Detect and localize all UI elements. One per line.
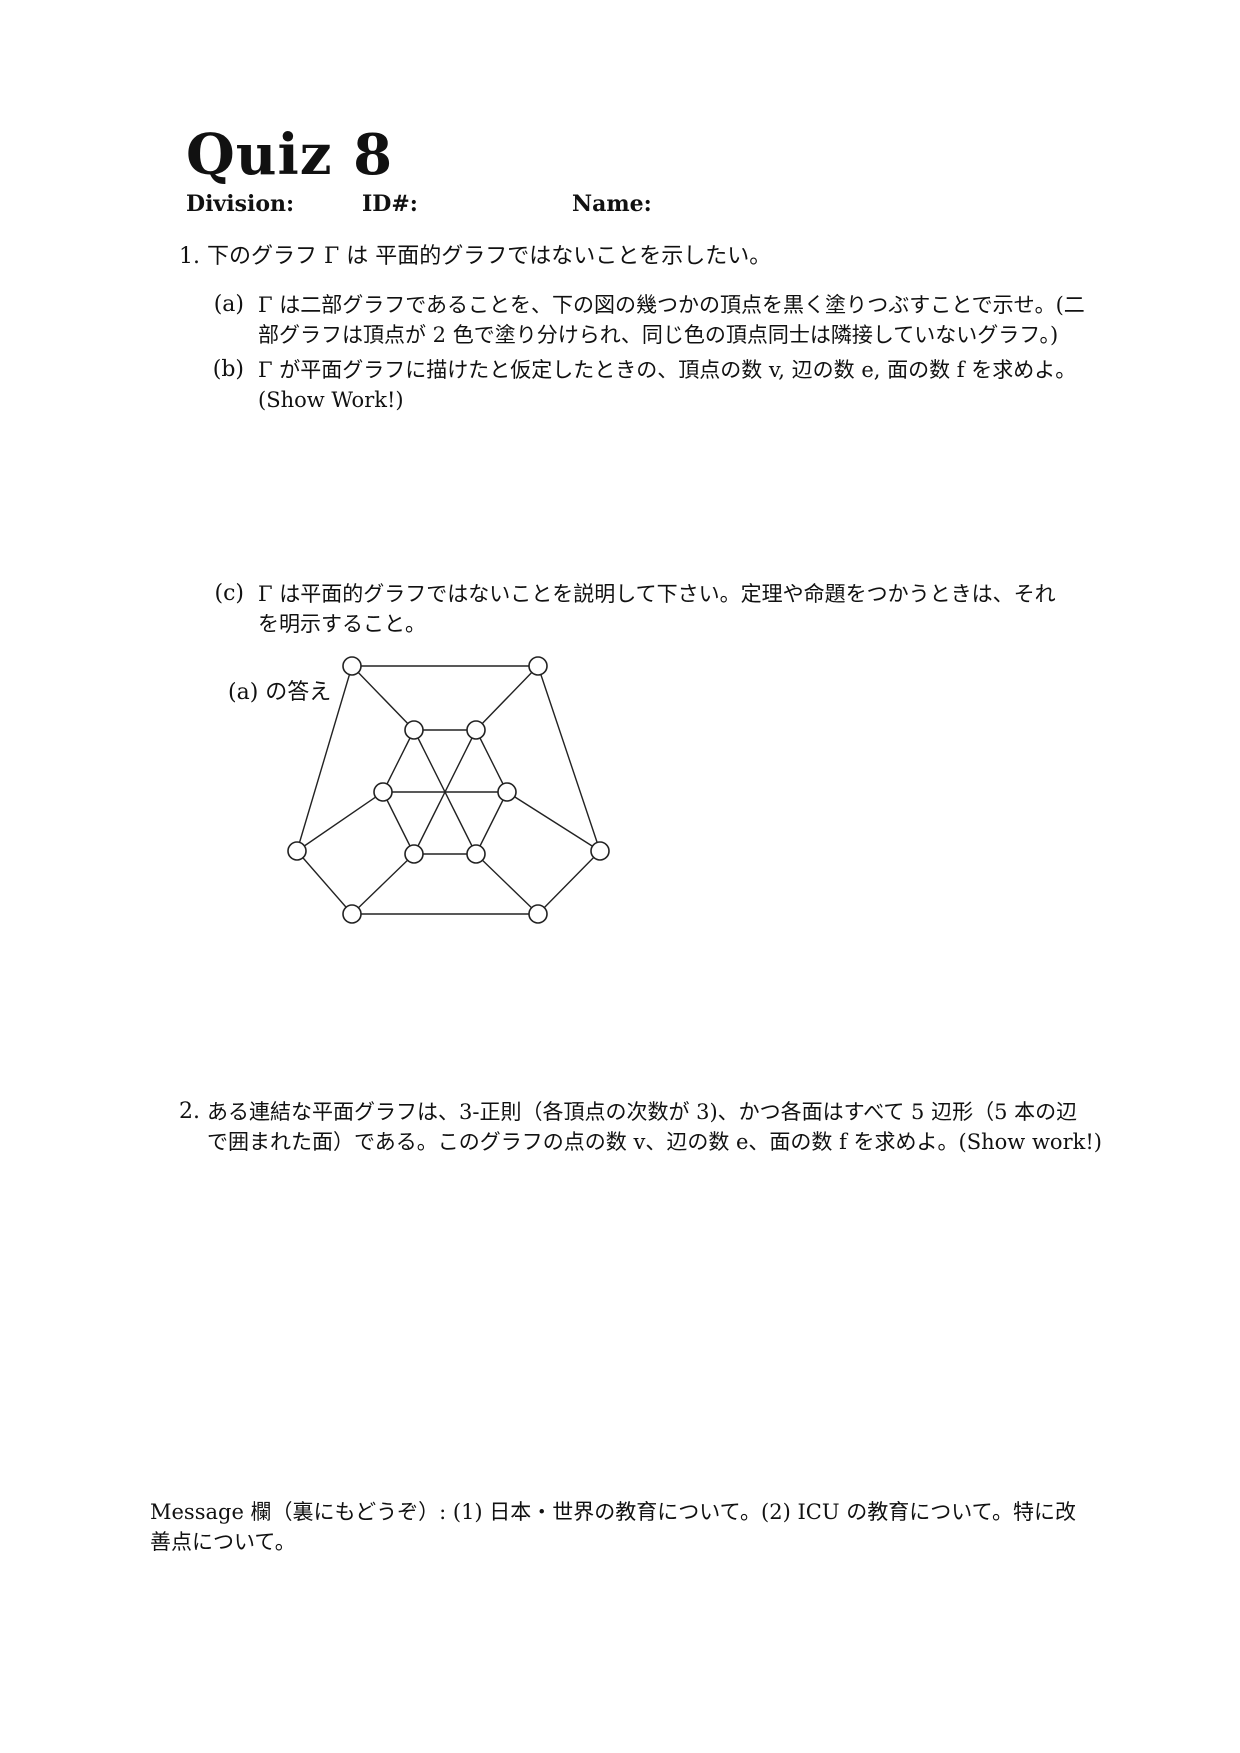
id-label: ID#: [362,191,418,217]
q1a-line2: 部グラフは頂点が 2 色で塗り分けられ、同じ色の頂点同士は隣接していないグラフ。… [258,323,1059,347]
q1c-line2: を明示すること。 [258,612,426,636]
graph-vertices [287,656,610,924]
quiz-title: Quiz 8 [186,122,394,188]
edge [351,853,415,915]
division-label: Division: [186,191,295,217]
vertex[interactable] [528,656,548,676]
edge [475,729,508,793]
graph-edges [296,665,601,915]
edge [382,791,415,855]
q1a-line1: Γ は二部グラフであることを、下の図の幾つかの頂点を黒く塗りつぶすことで示せ。(… [258,293,1085,317]
graph-gamma [287,656,610,924]
edge [296,665,353,852]
edge [537,665,601,852]
q1-number: 1. [179,244,200,269]
message-line1: Message 欄（裏にもどうぞ）: (1) 日本・世界の教育について。(2) … [150,1500,1076,1524]
edge [296,850,353,915]
vertex[interactable] [342,656,362,676]
q2-line1: ある連結な平面グラフは、3-正則（各頂点の次数が 3)、かつ各面はすべて 5 辺… [207,1100,1078,1124]
q2-number: 2. [179,1099,200,1124]
vertex[interactable] [466,720,486,740]
vertex[interactable] [528,904,548,924]
q1a-label: (a) [213,292,244,317]
vertex[interactable] [466,844,486,864]
edge [475,853,539,915]
edge [537,850,601,915]
q1b-line1: Γ が平面グラフに描けたと仮定したときの、頂点の数 v, 辺の数 e, 面の数 … [258,358,1077,382]
q1b-line2: (Show Work!) [258,388,404,412]
vertex[interactable] [497,782,517,802]
edge [351,665,415,731]
q1c-line1: Γ は平面的グラフではないことを説明して下さい。定理や命題をつかうときは、それ [258,582,1056,606]
edge [475,665,539,731]
vertex[interactable] [404,720,424,740]
edge [506,791,601,852]
message-line2: 善点について。 [150,1530,296,1554]
vertex[interactable] [287,841,307,861]
vertex[interactable] [342,904,362,924]
q1c-label: (c) [214,581,245,606]
vertex[interactable] [404,844,424,864]
q1b-label: (b) [212,357,244,382]
q1-text: 下のグラフ Γ は 平面的グラフではないことを示したい。 [207,244,772,269]
vertex[interactable] [590,841,610,861]
name-label: Name: [572,191,652,217]
edge [382,729,415,793]
edge [296,791,384,852]
q2-line2: で囲まれた面）である。このグラフの点の数 v、辺の数 e、面の数 f を求めよ。… [207,1130,1102,1154]
edge [475,791,508,855]
vertex[interactable] [373,782,393,802]
